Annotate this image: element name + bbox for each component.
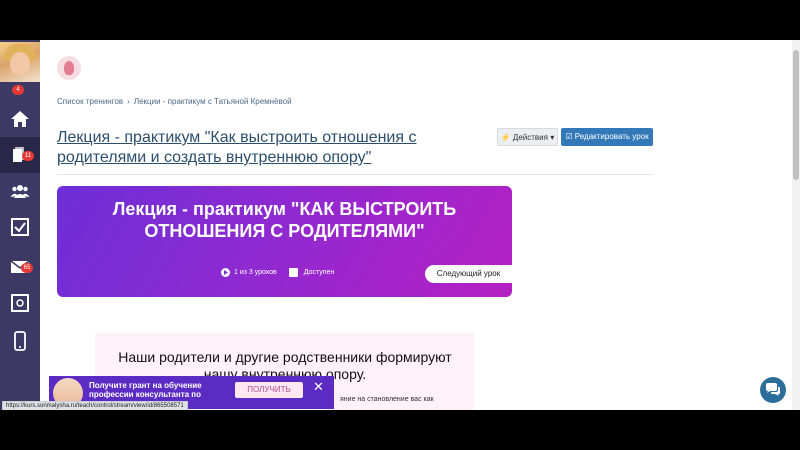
- messages-badge: 65: [21, 263, 33, 273]
- lesson-status-icon: [288, 268, 298, 277]
- trainings-badge: 11: [22, 151, 34, 161]
- lesson-progress: 1 из 3 уроков: [234, 269, 277, 276]
- phone-icon: [14, 331, 26, 351]
- sidebar: 4 11 65: [0, 40, 40, 410]
- page-title[interactable]: Лекция - практикум "Как выстроить отноше…: [57, 128, 477, 168]
- chat-button[interactable]: [760, 377, 786, 403]
- actions-dropdown-button[interactable]: ⚡ Действия ▾: [497, 128, 558, 146]
- sidebar-item-messages[interactable]: [0, 249, 40, 285]
- sidebar-item-mobile[interactable]: [0, 323, 40, 359]
- edit-lesson-button[interactable]: ☑ Редактировать урок: [561, 128, 653, 146]
- safe-icon: [11, 294, 29, 312]
- lesson-status: Доступен: [303, 269, 335, 276]
- logo-mark: [64, 61, 74, 75]
- school-logo[interactable]: [57, 56, 81, 80]
- play-icon: [221, 268, 230, 277]
- sidebar-item-tasks[interactable]: [0, 209, 40, 245]
- app-window: 4 11 65 Список тренингов › Лекции - прак…: [0, 40, 800, 410]
- breadcrumb-separator: ›: [127, 97, 130, 106]
- sidebar-item-safe[interactable]: [0, 285, 40, 321]
- sidebar-item-home[interactable]: [0, 101, 40, 137]
- home-icon: [11, 111, 29, 127]
- avatar-face: [10, 52, 30, 76]
- breadcrumb: Список тренингов › Лекции - практикум с Та…: [57, 97, 296, 106]
- status-bar-url: https://kurs.sonmalysha.ru/teach/control…: [2, 401, 188, 410]
- avatar-notification-badge: 4: [12, 85, 24, 95]
- avatar[interactable]: [0, 42, 40, 82]
- scrollbar-thumb[interactable]: [793, 50, 799, 180]
- banner-meta: 1 из 3 уроков Доступен: [221, 268, 334, 277]
- promo-get-button[interactable]: ПОЛУЧИТЬ: [235, 382, 303, 398]
- promo-text: Получите грант на обучение профессии кон…: [89, 381, 202, 399]
- content-subtext: яние на становление вас как: [340, 396, 434, 403]
- lesson-banner: Лекция - практикум "КАК ВЫСТРОИТЬ ОТНОШЕ…: [57, 186, 512, 297]
- next-lesson-button[interactable]: Следующий урок: [425, 265, 512, 283]
- breadcrumb-training[interactable]: Лекции - практикум с Татьяной Кремнёвой: [134, 97, 292, 106]
- sidebar-item-trainings[interactable]: [0, 137, 40, 173]
- sidebar-item-users[interactable]: [0, 173, 40, 209]
- divider: [57, 174, 653, 175]
- checkbox-icon: [11, 218, 29, 236]
- breadcrumb-trainings-list[interactable]: Список тренингов: [57, 97, 123, 106]
- page-scrollbar[interactable]: [792, 40, 800, 410]
- chat-icon: [766, 383, 780, 396]
- banner-title: Лекция - практикум "КАК ВЫСТРОИТЬ ОТНОШЕ…: [112, 199, 457, 241]
- close-icon[interactable]: ✕: [313, 380, 324, 394]
- users-icon: [10, 185, 30, 198]
